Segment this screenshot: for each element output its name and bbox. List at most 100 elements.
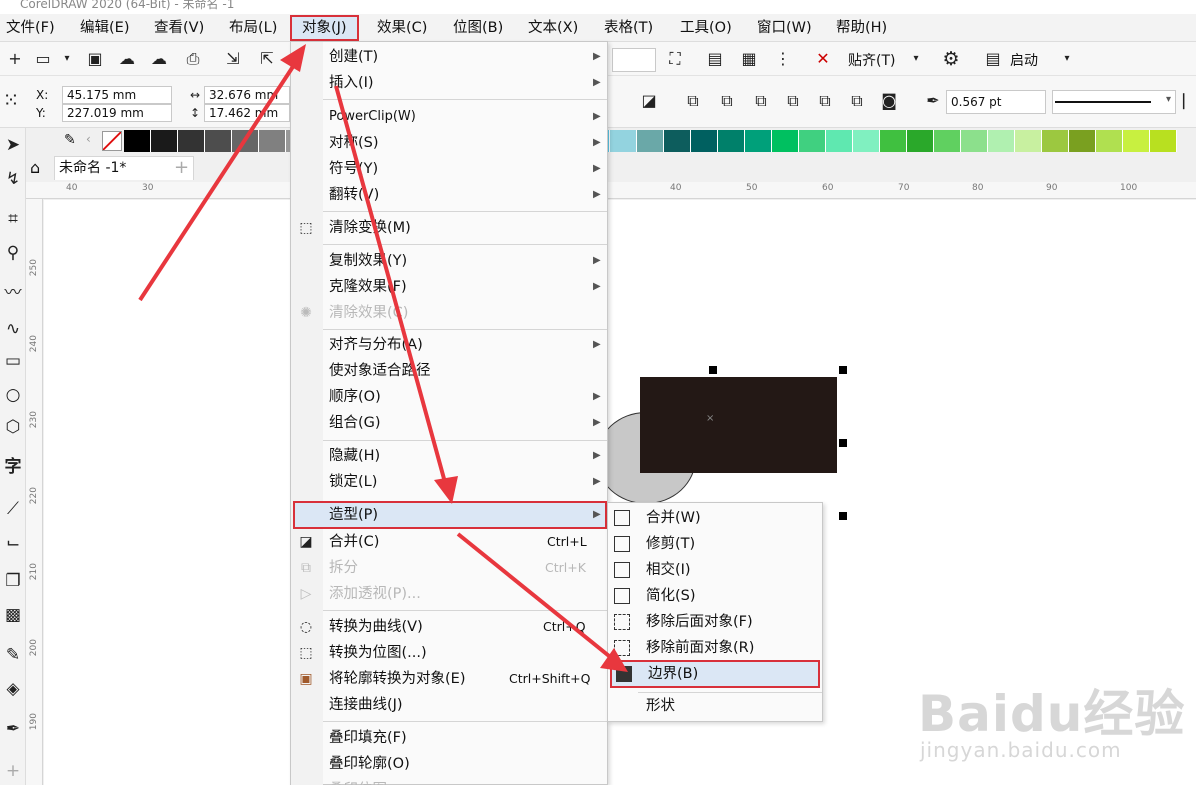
color-swatch[interactable] <box>718 130 745 152</box>
color-swatch[interactable] <box>907 130 934 152</box>
add-tool-icon[interactable]: + <box>0 758 26 784</box>
start-arrow-icon[interactable]: ⎸ <box>1180 90 1196 112</box>
color-swatch[interactable] <box>961 130 988 152</box>
height-input[interactable]: 17.462 mm <box>204 104 290 122</box>
menu-file[interactable]: 文件(F) <box>6 17 55 39</box>
y-position-input[interactable]: 227.019 mm <box>62 104 172 122</box>
interactive-fill-icon[interactable]: ◈ <box>0 676 26 702</box>
text-tool-icon[interactable]: 字 <box>0 454 26 480</box>
color-swatch[interactable] <box>232 130 259 152</box>
snap-dropdown-icon[interactable]: ▾ <box>905 48 927 70</box>
shape-front-minus-back-icon[interactable]: ⧉ <box>814 90 836 112</box>
color-swatch[interactable] <box>772 130 799 152</box>
color-swatch[interactable] <box>826 130 853 152</box>
color-swatch[interactable] <box>259 130 286 152</box>
new-document-icon[interactable]: + <box>4 48 26 70</box>
color-swatch[interactable] <box>1069 130 1096 152</box>
menu-window[interactable]: 窗口(W) <box>757 17 812 39</box>
menu-item-clear-transform[interactable]: ⬚ 清除变换(M) <box>291 215 607 241</box>
color-swatch[interactable] <box>664 130 691 152</box>
submenu-item-shape[interactable]: 形状 <box>608 693 822 719</box>
cloud-upload-icon[interactable]: ☁ <box>116 48 138 70</box>
menu-item-create[interactable]: 创建(T) ▶ <box>291 44 607 70</box>
snap-to-button[interactable]: 贴齐(T) <box>848 50 895 70</box>
x-position-input[interactable]: 45.175 mm <box>62 86 172 104</box>
color-swatch[interactable] <box>124 130 151 152</box>
ellipse-tool-icon[interactable]: ○ <box>0 382 26 408</box>
connector-tool-icon[interactable]: ⌙ <box>0 530 26 556</box>
cloud-download-icon[interactable]: ☁ <box>148 48 170 70</box>
shape-trim-icon[interactable]: ⧉ <box>716 90 738 112</box>
submenu-item-boundary[interactable]: 边界(B) <box>610 660 820 688</box>
grid-icon[interactable]: ▦ <box>738 48 760 70</box>
reference-point-icon[interactable]: ⁙ <box>0 89 22 111</box>
submenu-item-remove-back[interactable]: 移除后面对象(F) <box>608 609 822 635</box>
color-swatch[interactable] <box>637 130 664 152</box>
color-swatch[interactable] <box>1150 130 1177 152</box>
print-icon[interactable]: ⎙ <box>182 48 204 70</box>
open-folder-icon[interactable]: ▭ <box>32 48 54 70</box>
color-swatch[interactable] <box>934 130 961 152</box>
menu-item-hide[interactable]: 隐藏(H) ▶ <box>291 443 607 469</box>
menu-item-symbol[interactable]: 符号(Y) ▶ <box>291 156 607 182</box>
color-swatch[interactable] <box>205 130 232 152</box>
submenu-item-remove-front[interactable]: 移除前面对象(R) <box>608 635 822 661</box>
outline-width-select[interactable]: 0.567 pt <box>946 90 1046 114</box>
menu-bitmaps[interactable]: 位图(B) <box>453 17 503 39</box>
shape-boundary-icon[interactable]: ◙ <box>878 90 900 112</box>
artistic-media-icon[interactable]: ∿ <box>0 316 26 342</box>
color-swatch[interactable] <box>1096 130 1123 152</box>
full-screen-icon[interactable]: ⛶ <box>664 48 686 70</box>
rectangle-tool-icon[interactable]: ▭ <box>0 348 26 374</box>
new-tab-icon[interactable]: + <box>174 157 189 178</box>
menu-item-order[interactable]: 顺序(O) ▶ <box>291 384 607 410</box>
selection-handle[interactable] <box>839 512 847 520</box>
menu-item-overprint-outline[interactable]: 叠印轮廓(O) <box>291 751 607 777</box>
selection-handle[interactable] <box>839 366 847 374</box>
color-swatch[interactable] <box>988 130 1015 152</box>
menu-item-lock[interactable]: 锁定(L) ▶ <box>291 469 607 495</box>
menu-item-overprint-fill[interactable]: 叠印填充(F) <box>291 725 607 751</box>
color-eyedropper-icon[interactable]: ✎ <box>0 642 26 668</box>
menu-edit[interactable]: 编辑(E) <box>80 17 129 39</box>
snap-off-icon[interactable]: ✕ <box>812 48 834 70</box>
menu-item-clone-effect[interactable]: 克隆效果(F) ▶ <box>291 274 607 300</box>
dimension-tool-icon[interactable]: ⟋ <box>0 496 26 522</box>
menu-item-copy-effect[interactable]: 复制效果(Y) ▶ <box>291 248 607 274</box>
drop-shadow-icon[interactable]: ❐ <box>0 568 26 594</box>
color-swatch[interactable] <box>1042 130 1069 152</box>
freehand-tool-icon[interactable]: 〰 <box>0 280 26 306</box>
menu-object[interactable]: 对象(J) <box>290 15 359 41</box>
color-swatch[interactable] <box>745 130 772 152</box>
polygon-tool-icon[interactable]: ⬡ <box>0 414 26 440</box>
color-swatch[interactable] <box>799 130 826 152</box>
menu-item-flip[interactable]: 翻转(V) ▶ <box>291 182 607 208</box>
menu-item-convert-to-curves[interactable]: ◌ 转换为曲线(V) Ctrl+Q <box>291 614 607 640</box>
menu-item-powerclip[interactable]: PowerClip(W) ▶ <box>291 104 607 130</box>
rectangle-shape[interactable]: × <box>640 377 837 473</box>
menu-item-outline-to-object[interactable]: ▣ 将轮廓转换为对象(E) Ctrl+Shift+Q <box>291 666 607 692</box>
shape-back-minus-front-icon[interactable]: ⧉ <box>846 90 868 112</box>
zoom-tool-icon[interactable]: ⚲ <box>0 240 26 266</box>
shape-weld-icon[interactable]: ⧉ <box>682 90 704 112</box>
zoom-level-field[interactable] <box>612 48 656 72</box>
menu-item-combine[interactable]: ◪ 合并(C) Ctrl+L <box>291 529 607 555</box>
menu-item-join-curves[interactable]: 连接曲线(J) <box>291 692 607 718</box>
open-dropdown-icon[interactable]: ▾ <box>56 48 78 70</box>
menu-text[interactable]: 文本(X) <box>528 17 578 39</box>
submenu-item-trim[interactable]: 修剪(T) <box>608 531 822 557</box>
menu-table[interactable]: 表格(T) <box>604 17 653 39</box>
no-color-swatch[interactable] <box>102 131 122 151</box>
line-style-select[interactable]: ▾ <box>1052 90 1176 114</box>
transparency-icon[interactable]: ▩ <box>0 602 26 628</box>
color-swatch[interactable] <box>880 130 907 152</box>
color-swatch[interactable] <box>853 130 880 152</box>
submenu-item-simplify[interactable]: 简化(S) <box>608 583 822 609</box>
shape-tool-icon[interactable]: ↯ <box>0 166 26 192</box>
crop-tool-icon[interactable]: ⌗ <box>0 206 26 232</box>
palette-scroll-left-icon[interactable]: ‹ <box>86 132 91 146</box>
selection-handle[interactable] <box>709 366 717 374</box>
options-gear-icon[interactable]: ⚙ <box>940 48 962 70</box>
color-swatch[interactable] <box>691 130 718 152</box>
shape-simplify-icon[interactable]: ⧉ <box>782 90 804 112</box>
